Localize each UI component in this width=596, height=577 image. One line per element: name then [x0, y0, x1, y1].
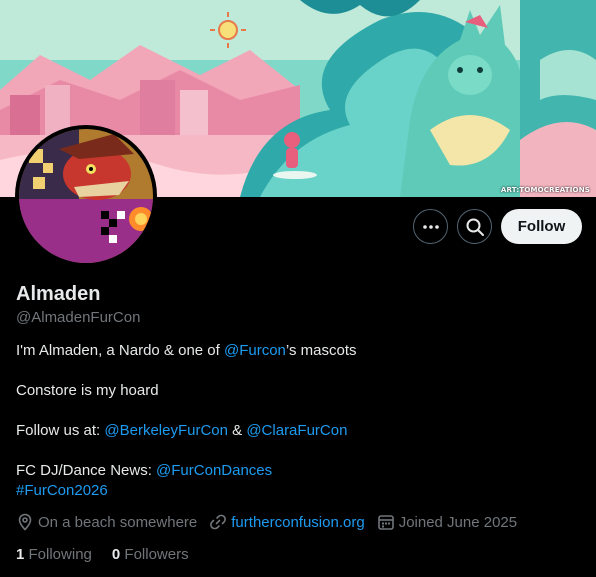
profile-meta: On a beach somewhere furtherconfusion.or…	[16, 513, 529, 531]
followers-label: Followers	[124, 546, 189, 563]
following-label: Following	[28, 546, 92, 563]
website: furtherconfusion.org	[209, 513, 365, 531]
mention-link-berkeleyfurcon[interactable]: @BerkeleyFurCon	[104, 422, 228, 439]
mention-link-furcondances[interactable]: @FurConDances	[156, 462, 272, 479]
link-icon	[210, 514, 227, 530]
follow-button[interactable]: Follow	[501, 209, 582, 244]
mention-link-clarafurcon[interactable]: @ClaraFurCon	[246, 422, 347, 439]
more-options-button[interactable]	[413, 209, 448, 244]
more-icon	[422, 224, 439, 229]
bio-line: Follow us at: @BerkeleyFurCon & @ClaraFu…	[16, 421, 576, 441]
avatar[interactable]	[15, 125, 157, 267]
user-handle: @AlmadenFurCon	[16, 309, 141, 326]
display-name: Almaden	[16, 283, 101, 305]
bio-text: ’s mascots	[285, 342, 357, 359]
calendar-icon	[377, 515, 394, 530]
bio-text: I'm Almaden, a Nardo & one of	[16, 342, 224, 359]
join-date: Joined June 2025	[377, 513, 517, 531]
bio-text: &	[227, 422, 247, 439]
bio-line: I'm Almaden, a Nardo & one of @Furcon’s …	[16, 341, 576, 361]
avatar-image	[19, 129, 153, 263]
location-icon	[18, 513, 32, 531]
bio-line: #FurCon2026	[16, 481, 576, 501]
website-link[interactable]: furtherconfusion.org	[231, 514, 364, 531]
join-date-text: Joined June 2025	[398, 513, 518, 531]
location-text: On a beach somewhere	[38, 513, 198, 531]
followers-count: 0	[111, 546, 121, 563]
bio-text: FC DJ/Dance News:	[16, 462, 157, 479]
followers-link[interactable]: 0 Followers	[112, 546, 189, 563]
following-link[interactable]: 1 Following	[16, 546, 92, 563]
bio-line: Constore is my hoard	[16, 381, 576, 401]
following-count: 1	[16, 546, 25, 563]
location: On a beach somewhere	[16, 513, 197, 531]
follow-stats: 1 Following 0 Followers	[16, 546, 209, 563]
mention-link-furcon[interactable]: @Furcon	[224, 342, 286, 359]
bio-text: Constore is my hoard	[16, 382, 159, 399]
search-icon	[466, 218, 484, 236]
bio-line: FC DJ/Dance News: @FurConDances	[16, 461, 576, 481]
hashtag-link[interactable]: #FurCon2026	[16, 482, 108, 499]
bio: I'm Almaden, a Nardo & one of @Furcon’s …	[16, 341, 576, 501]
banner-credit: ART:TOMOCREATIONS	[500, 186, 590, 194]
search-posts-button[interactable]	[457, 209, 492, 244]
bio-text: Follow us at:	[16, 422, 105, 439]
